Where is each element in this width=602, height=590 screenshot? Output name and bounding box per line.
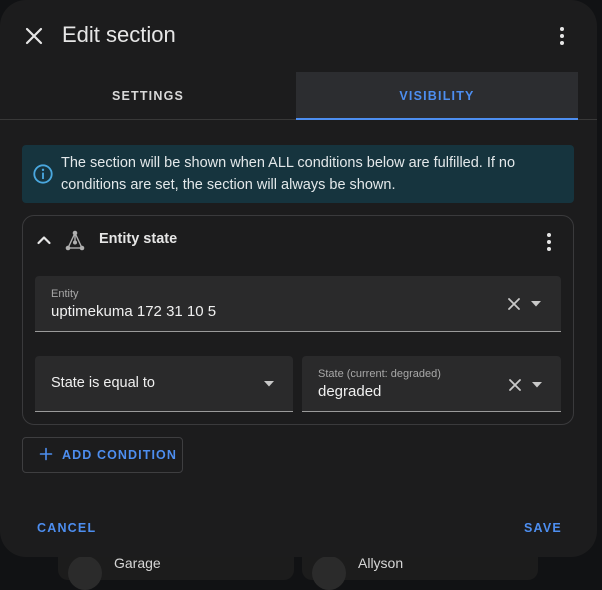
dropdown-arrow-icon[interactable] <box>264 381 274 387</box>
entity-field-label: Entity <box>51 288 79 300</box>
info-icon <box>33 164 53 184</box>
clear-icon[interactable] <box>507 297 521 311</box>
save-button[interactable]: SAVE <box>524 521 562 535</box>
state-operator-value: State is equal to <box>51 375 155 391</box>
entity-state-icon <box>65 230 85 251</box>
condition-card: Entity state Entity uptimekuma 172 31 10… <box>22 215 574 425</box>
close-icon[interactable] <box>22 24 46 48</box>
plus-icon <box>39 447 53 461</box>
info-text: The section will be shown when ALL condi… <box>61 155 516 193</box>
garage-avatar <box>68 556 102 590</box>
clear-icon[interactable] <box>508 378 522 392</box>
more-vertical-icon[interactable] <box>550 24 574 48</box>
state-field[interactable]: State (current: degraded) degraded <box>302 356 561 412</box>
tab-settings[interactable]: SETTINGS <box>0 72 296 120</box>
entity-field-value: uptimekuma 172 31 10 5 <box>51 303 217 320</box>
more-vertical-icon[interactable] <box>537 230 561 254</box>
state-operator-select[interactable]: State is equal to <box>35 356 293 412</box>
info-alert: The section will be shown when ALL condi… <box>22 145 574 203</box>
dropdown-arrow-icon[interactable] <box>531 301 541 307</box>
tab-visibility[interactable]: VISIBILITY <box>296 72 578 120</box>
condition-title: Entity state <box>99 231 178 247</box>
chevron-up-icon[interactable] <box>35 231 53 249</box>
state-field-label: State (current: degraded) <box>318 368 441 380</box>
add-condition-label: ADD CONDITION <box>62 448 177 462</box>
cancel-button[interactable]: CANCEL <box>37 521 96 535</box>
active-tab-indicator <box>296 118 578 120</box>
add-condition-button[interactable]: ADD CONDITION <box>22 437 183 473</box>
allyson-avatar <box>312 556 346 590</box>
entity-field[interactable]: Entity uptimekuma 172 31 10 5 <box>35 276 561 332</box>
edit-section-dialog: Edit section SETTINGS VISIBILITY The sec… <box>0 0 597 557</box>
dropdown-arrow-icon[interactable] <box>532 382 542 388</box>
dialog-title: Edit section <box>62 22 176 47</box>
state-field-value: degraded <box>318 383 382 400</box>
tab-bar: SETTINGS VISIBILITY <box>0 72 578 120</box>
